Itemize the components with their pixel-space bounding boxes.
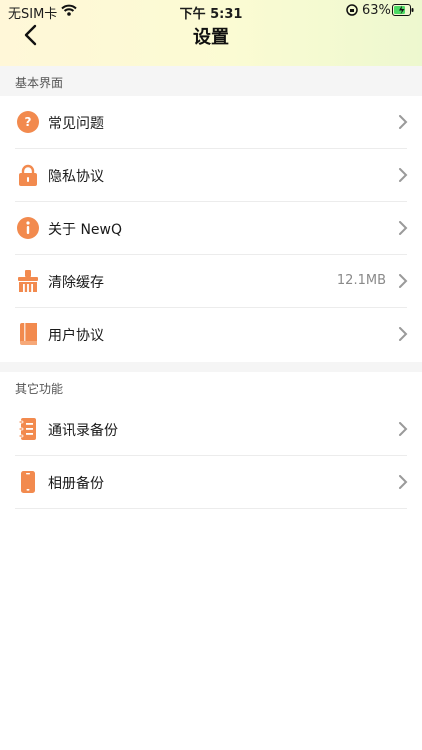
row-label: 用户协议 <box>48 328 104 344</box>
phone-icon <box>21 471 35 493</box>
question-icon: ? <box>17 111 39 133</box>
chevron-right-icon <box>399 274 408 288</box>
status-time: 下午 5:31 <box>179 7 243 22</box>
status-bar: 无SIM卡 下午 5:31 63% <box>0 0 422 22</box>
row-label: 关于 NewQ <box>48 222 123 238</box>
divider <box>15 508 407 509</box>
header-bar: 无SIM卡 下午 5:31 63% 设置 <box>0 0 422 66</box>
address-book-icon <box>18 418 36 440</box>
section-header-basic: 基本界面 <box>0 66 422 96</box>
lock-icon <box>19 164 37 186</box>
faq-row[interactable]: ? 常见问题 <box>0 96 422 149</box>
privacy-row[interactable]: 隐私协议 <box>0 149 422 202</box>
row-label: 隐私协议 <box>48 169 104 185</box>
chevron-right-icon <box>399 168 408 182</box>
cache-size: 12.1MB <box>336 273 386 288</box>
book-icon <box>20 323 37 345</box>
section-title: 基本界面 <box>15 76 64 90</box>
chevron-right-icon <box>399 475 408 489</box>
chevron-right-icon <box>399 327 408 341</box>
section-title: 其它功能 <box>15 382 64 396</box>
row-label: 通讯录备份 <box>48 423 118 439</box>
info-icon <box>17 217 39 239</box>
row-label: 常见问题 <box>48 116 104 132</box>
user-agreement-row[interactable]: 用户协议 <box>0 308 422 361</box>
about-row[interactable]: 关于 NewQ <box>0 202 422 255</box>
photo-backup-row[interactable]: 相册备份 <box>0 456 422 509</box>
chevron-right-icon <box>399 422 408 436</box>
battery-icon <box>392 4 414 16</box>
battery-percent: 63% <box>362 3 391 18</box>
broom-icon <box>18 270 38 292</box>
page-title: 设置 <box>193 27 229 48</box>
orientation-lock-icon <box>346 4 358 16</box>
row-label: 相册备份 <box>48 476 104 492</box>
chevron-right-icon <box>399 221 408 235</box>
section-header-other: 其它功能 <box>0 362 422 404</box>
svg-text:?: ? <box>25 115 32 129</box>
contacts-backup-row[interactable]: 通讯录备份 <box>0 403 422 456</box>
row-label: 清除缓存 <box>48 275 104 291</box>
clear-cache-row[interactable]: 清除缓存 12.1MB <box>0 255 422 308</box>
chevron-right-icon <box>399 115 408 129</box>
